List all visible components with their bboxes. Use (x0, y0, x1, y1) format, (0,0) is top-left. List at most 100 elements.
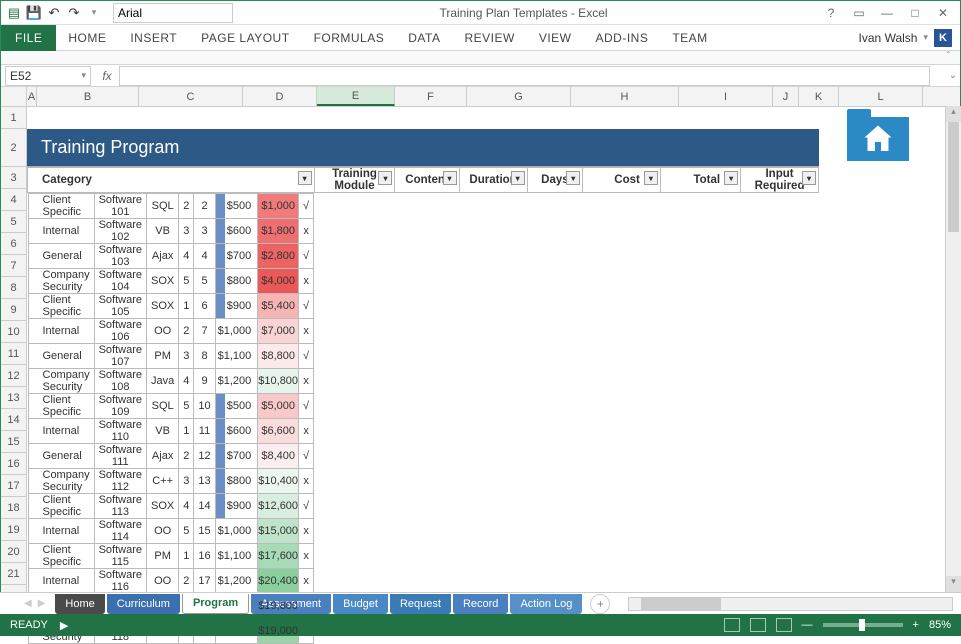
cell-total[interactable]: $2,800 (258, 244, 299, 269)
cell-total[interactable]: $17,600 (258, 544, 299, 569)
cell-duration[interactable]: 2 (179, 194, 194, 219)
cell-total[interactable]: $5,400 (258, 294, 299, 319)
cell-category[interactable]: General (28, 344, 94, 369)
cell-total[interactable]: $12,600 (258, 494, 299, 519)
cell-module[interactable]: Software 101 (94, 194, 146, 219)
cell-duration[interactable]: 3 (179, 469, 194, 494)
zoom-in-icon[interactable]: + (913, 619, 919, 631)
minimize-icon[interactable]: — (878, 6, 896, 20)
home-folder-icon[interactable] (847, 109, 909, 163)
font-select[interactable] (113, 3, 233, 23)
filter-icon[interactable]: ▾ (802, 171, 816, 185)
maximize-icon[interactable]: □ (906, 6, 924, 20)
view-pagelayout-icon[interactable] (750, 618, 766, 632)
save-icon[interactable]: 💾 (25, 4, 43, 22)
cell-module[interactable]: Software 110 (94, 419, 146, 444)
cell-content[interactable]: VB (147, 419, 179, 444)
cell-total[interactable]: $1,800 (258, 219, 299, 244)
col-header-cost[interactable]: Cost▾ (583, 168, 661, 193)
row-header[interactable]: 11 (1, 343, 26, 365)
vertical-scrollbar[interactable]: ▴ ▾ (945, 106, 961, 592)
cell-days[interactable]: 17 (194, 569, 215, 594)
cell-input-required[interactable]: x (299, 369, 314, 394)
cell-input-required[interactable]: x (299, 569, 314, 594)
cell-module[interactable]: Software 113 (94, 494, 146, 519)
sheet-tab-budget[interactable]: Budget (333, 594, 388, 614)
col-I[interactable]: I (679, 87, 773, 106)
cell-duration[interactable]: 5 (179, 269, 194, 294)
sheet-tab-action-log[interactable]: Action Log (510, 594, 582, 614)
worksheet[interactable]: Training Program Category▾ Training Modu… (27, 107, 960, 615)
cell-days[interactable]: 6 (194, 294, 215, 319)
cell-module[interactable]: Software 105 (94, 294, 146, 319)
view-normal-icon[interactable] (724, 618, 740, 632)
cell-cost[interactable]: $1,200 (215, 569, 258, 594)
cell-content[interactable]: VB (147, 219, 179, 244)
cell-days[interactable]: 13 (194, 469, 215, 494)
cell-category[interactable]: Company Security (28, 469, 94, 494)
cell-module[interactable]: Software 107 (94, 344, 146, 369)
cell-days[interactable]: 5 (194, 269, 215, 294)
cell-cost[interactable]: $900 (215, 494, 258, 519)
sheet-tab-home[interactable]: Home (55, 594, 104, 614)
scroll-up-icon[interactable]: ▴ (946, 106, 961, 122)
cell-duration[interactable]: 4 (179, 244, 194, 269)
cell-cost[interactable]: $1,000 (215, 319, 258, 344)
cell-content[interactable]: Ajax (147, 444, 179, 469)
row-header[interactable]: 14 (1, 409, 26, 431)
tab-data[interactable]: DATA (396, 25, 452, 51)
sheet-tab-program[interactable]: Program (182, 594, 249, 614)
cell-duration[interactable]: 1 (179, 419, 194, 444)
cell-duration[interactable]: 5 (179, 394, 194, 419)
cell-content[interactable]: OO (147, 569, 179, 594)
row-header[interactable]: 12 (1, 365, 26, 387)
filter-icon[interactable]: ▾ (378, 171, 392, 185)
row-header[interactable]: 2 (1, 129, 26, 167)
col-L[interactable]: L (839, 87, 923, 106)
cell-input-required[interactable]: x (299, 519, 314, 544)
cell-input-required[interactable]: √ (299, 394, 314, 419)
redo-icon[interactable]: ↷ (65, 4, 83, 22)
cell-total[interactable]: $6,600 (258, 419, 299, 444)
filter-icon[interactable]: ▾ (566, 171, 580, 185)
col-A[interactable]: A (27, 87, 37, 106)
cell-content[interactable]: SOX (147, 294, 179, 319)
qat-dropdown-icon[interactable]: ▾ (85, 4, 103, 22)
tab-team[interactable]: TEAM (660, 25, 719, 51)
cell-cost[interactable]: $900 (215, 294, 258, 319)
cell-days[interactable]: 12 (194, 444, 215, 469)
name-box[interactable]: E52▾ (5, 66, 91, 86)
cell-duration[interactable]: 1 (179, 544, 194, 569)
row-header[interactable]: 17 (1, 475, 26, 497)
cell-category[interactable]: Client Specific (28, 494, 94, 519)
cell-duration[interactable]: 3 (179, 219, 194, 244)
cell-cost[interactable]: $1,000 (215, 519, 258, 544)
cell-category[interactable]: Internal (28, 219, 94, 244)
cell-days[interactable]: 15 (194, 519, 215, 544)
row-header[interactable]: 5 (1, 211, 26, 233)
cell-module[interactable]: Software 103 (94, 244, 146, 269)
tab-insert[interactable]: INSERT (118, 25, 189, 51)
cell-cost[interactable]: $600 (215, 219, 258, 244)
cell-category[interactable]: Internal (28, 569, 94, 594)
sheet-tab-record[interactable]: Record (453, 594, 508, 614)
formula-expand-icon[interactable]: ⌄ (946, 70, 960, 81)
cell-duration[interactable]: 2 (179, 444, 194, 469)
macro-record-icon[interactable]: ▶ (60, 619, 68, 632)
cell-total[interactable]: $8,800 (258, 344, 299, 369)
cell-duration[interactable]: 4 (179, 494, 194, 519)
col-G[interactable]: G (467, 87, 571, 106)
row-header[interactable]: 16 (1, 453, 26, 475)
row-header[interactable]: 9 (1, 299, 26, 321)
cell-days[interactable]: 4 (194, 244, 215, 269)
cell-content[interactable]: SOX (147, 494, 179, 519)
row-header[interactable]: 7 (1, 255, 26, 277)
col-H[interactable]: H (571, 87, 679, 106)
col-header-duration[interactable]: Duration▾ (459, 168, 527, 193)
row-header[interactable]: 15 (1, 431, 26, 453)
filter-icon[interactable]: ▾ (511, 171, 525, 185)
cell-input-required[interactable]: √ (299, 494, 314, 519)
cell-content[interactable]: Ajax (147, 244, 179, 269)
col-header-total[interactable]: Total▾ (660, 168, 740, 193)
cell-total[interactable]: $4,000 (258, 269, 299, 294)
